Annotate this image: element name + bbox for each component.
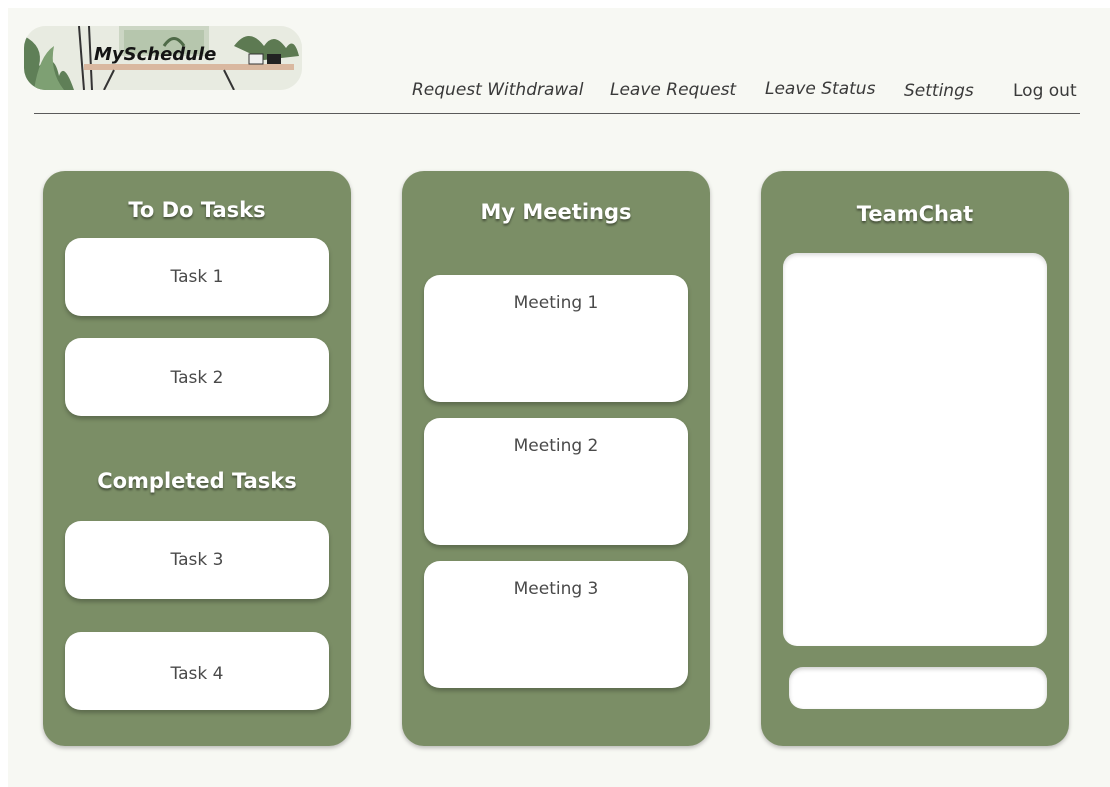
meetings-panel: My Meetings Meeting 1 Meeting 2 Meeting …	[402, 171, 710, 746]
task-card[interactable]: Task 1	[65, 238, 329, 316]
completed-title: Completed Tasks	[97, 469, 297, 493]
task-label: Task 1	[170, 267, 224, 287]
nav-leave-request[interactable]: Leave Request	[610, 80, 736, 100]
chat-messages-area[interactable]	[783, 253, 1047, 646]
task-label: Task 3	[170, 550, 224, 570]
completed-task-card[interactable]: Task 4	[65, 632, 329, 710]
completed-task-card[interactable]: Task 3	[65, 521, 329, 599]
tasks-panel: To Do Tasks Task 1 Task 2 Completed Task…	[43, 171, 351, 746]
nav-leave-status[interactable]: Leave Status	[765, 79, 875, 99]
meetings-title: My Meetings	[480, 200, 632, 224]
meeting-label: Meeting 3	[513, 579, 599, 599]
meeting-label: Meeting 2	[513, 436, 599, 456]
logo-text: MySchedule	[94, 44, 217, 65]
teamchat-panel: TeamChat	[761, 171, 1069, 746]
meeting-label: Meeting 1	[513, 293, 599, 313]
meeting-card[interactable]: Meeting 1	[424, 275, 688, 402]
teamchat-title: TeamChat	[856, 202, 974, 226]
header-divider	[34, 113, 1080, 114]
meeting-card[interactable]: Meeting 2	[424, 418, 688, 545]
task-card[interactable]: Task 2	[65, 338, 329, 416]
todo-title: To Do Tasks	[128, 198, 266, 222]
task-label: Task 2	[170, 368, 224, 388]
meeting-card[interactable]: Meeting 3	[424, 561, 688, 688]
chat-message-input[interactable]	[789, 667, 1047, 709]
nav-settings[interactable]: Settings	[904, 81, 974, 101]
task-label: Task 4	[170, 664, 224, 684]
nav-request-withdrawal[interactable]: Request Withdrawal	[412, 80, 583, 100]
nav-log-out[interactable]: Log out	[1013, 81, 1077, 101]
app-logo[interactable]: MySchedule	[24, 26, 302, 90]
